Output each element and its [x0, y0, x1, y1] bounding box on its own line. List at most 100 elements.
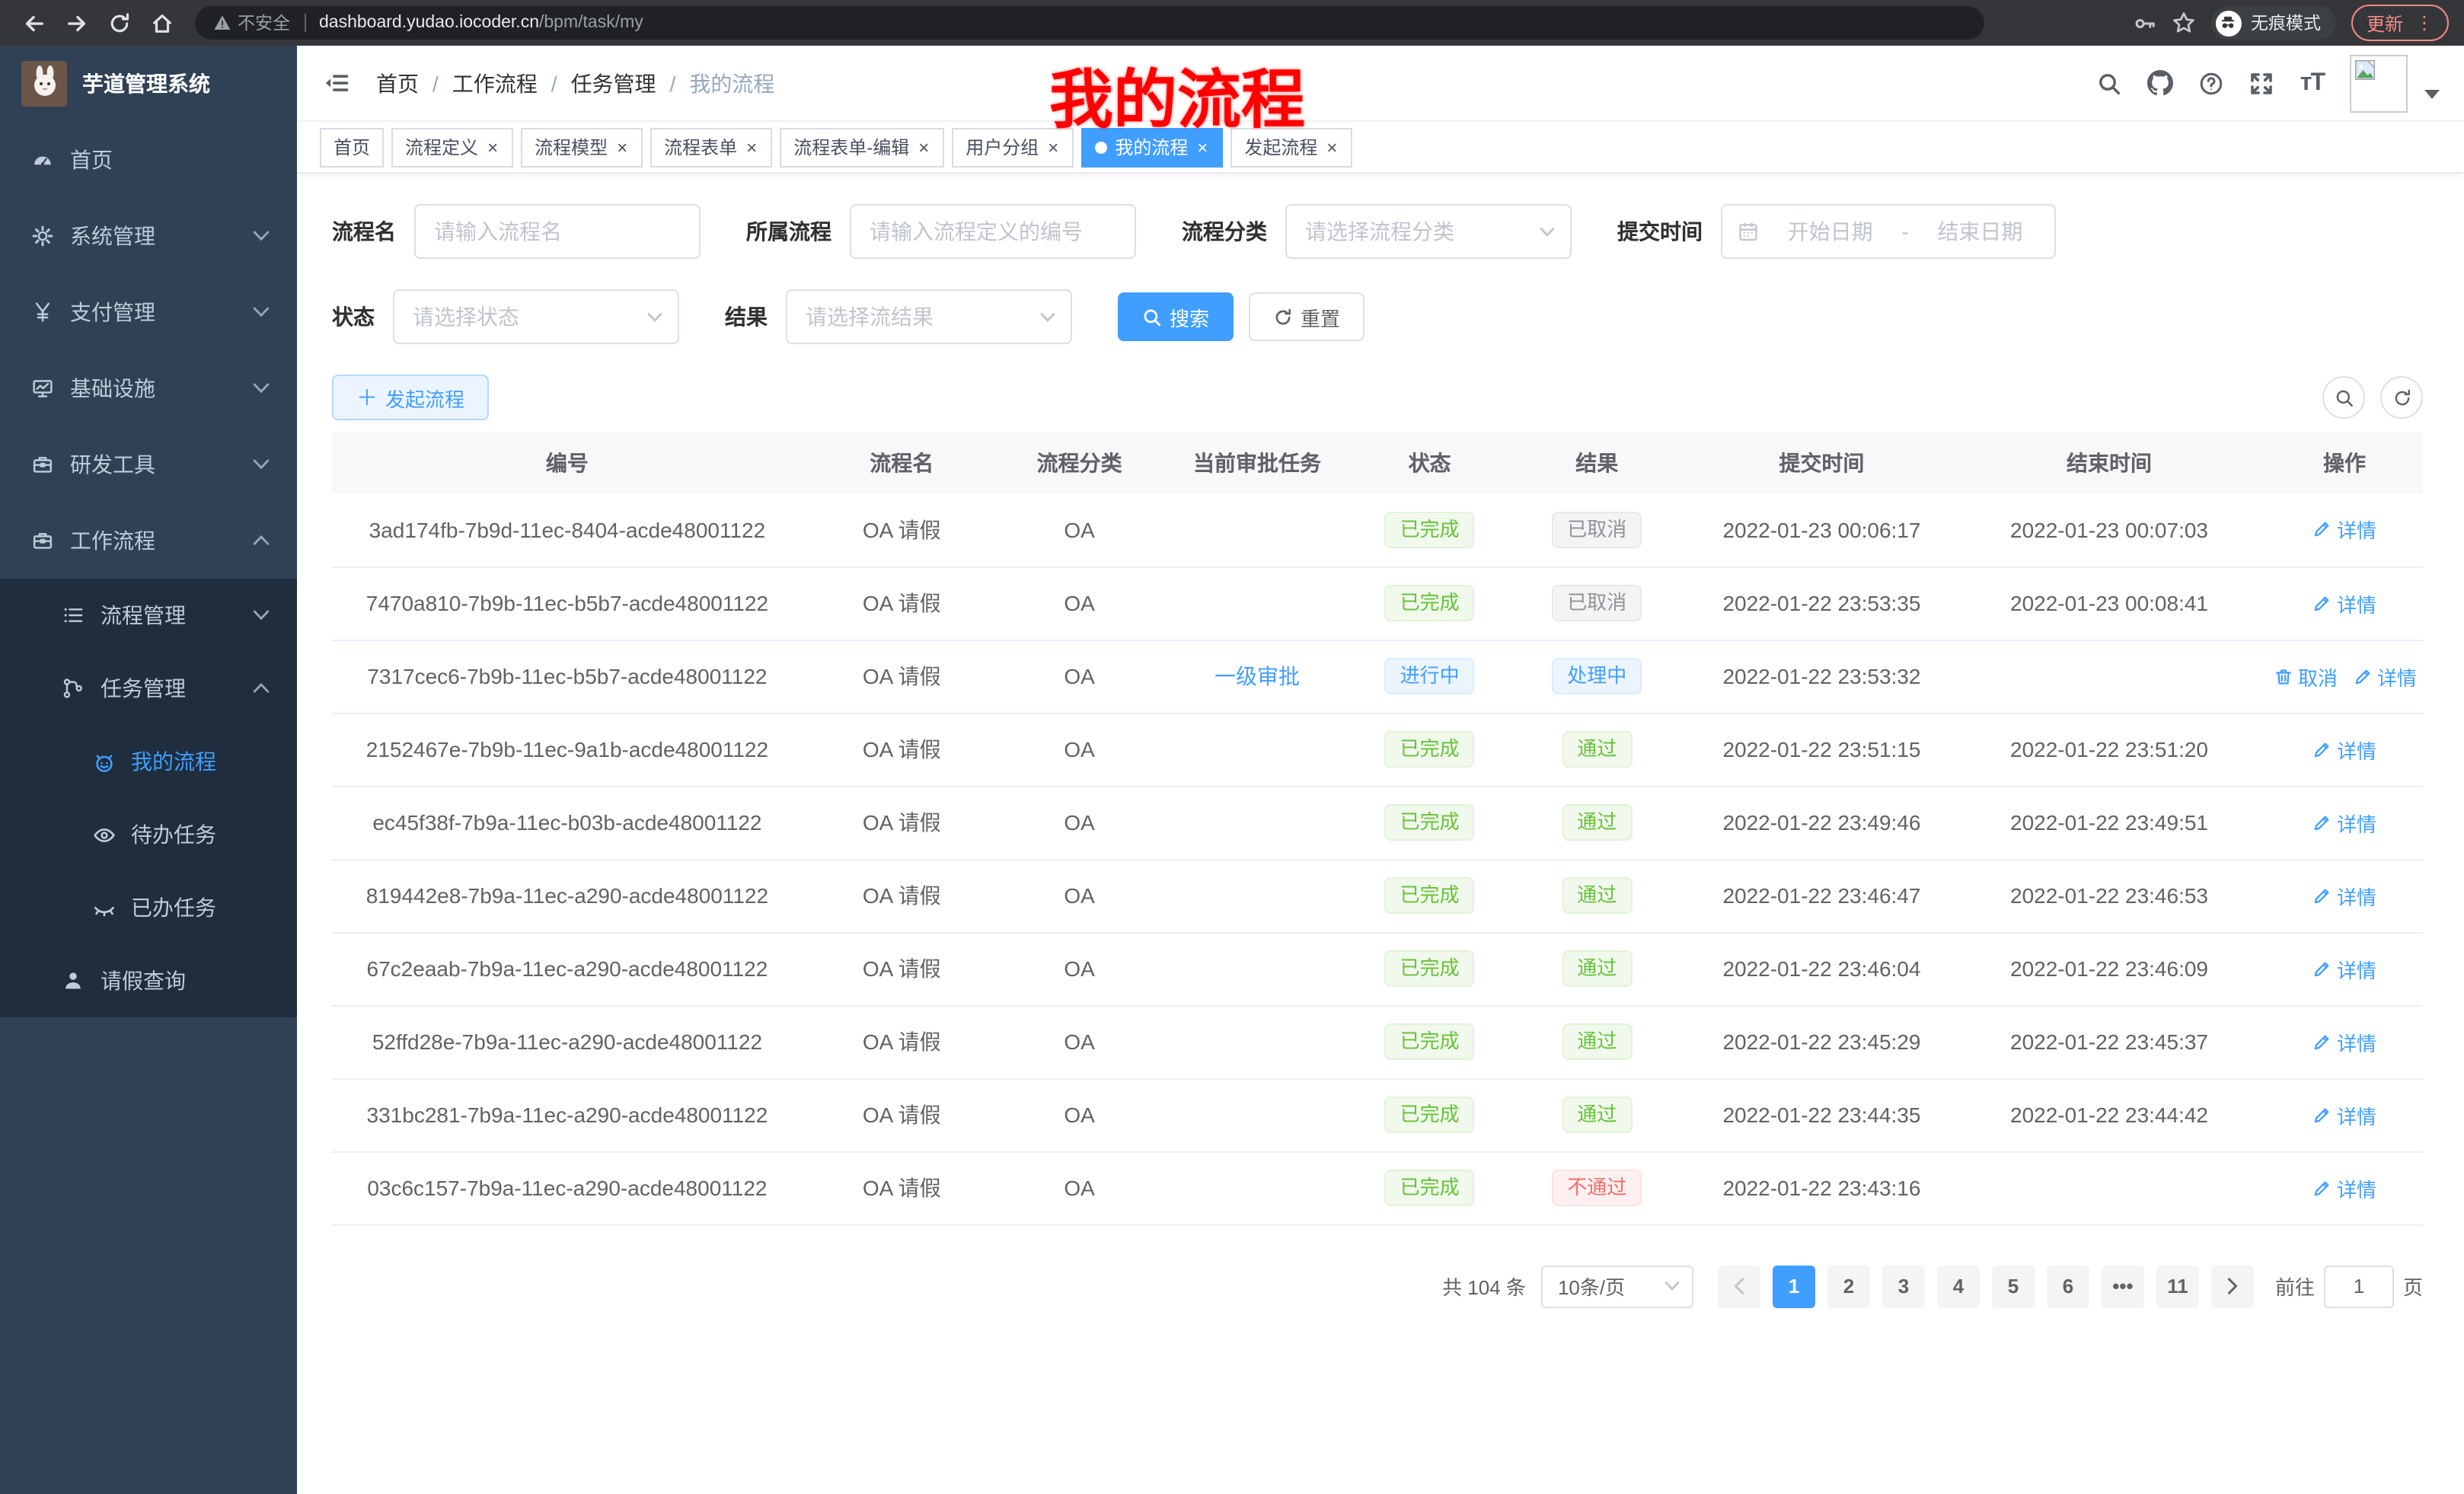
close-icon[interactable]: × [1046, 136, 1060, 158]
page-button-4[interactable]: 4 [1937, 1265, 1980, 1307]
cell-submit-time: 2022-01-22 23:43:16 [1691, 1151, 1952, 1224]
url-divider [304, 14, 305, 32]
app-logo[interactable]: 芋道管理系统 [0, 46, 297, 122]
close-icon[interactable]: × [486, 136, 500, 158]
cell-category: OA [1001, 567, 1158, 640]
more-pages-button[interactable]: ••• [2102, 1265, 2144, 1307]
close-icon[interactable]: × [1195, 136, 1209, 158]
cell-end-time: 2022-01-23 00:08:41 [1952, 567, 2266, 640]
browser-update-button[interactable]: 更新 ⋮ [2351, 5, 2449, 41]
toggle-search-button[interactable] [2322, 376, 2365, 419]
sidebar-item-待办任务[interactable]: 待办任务 [0, 798, 297, 871]
not-secure-warning[interactable]: 不安全 [213, 11, 290, 35]
page-button-5[interactable]: 5 [1992, 1265, 2035, 1307]
tab-流程表单-编辑[interactable]: 流程表单-编辑× [780, 127, 944, 167]
sidebar-toggle-icon[interactable] [315, 62, 358, 104]
column-header-流程名: 流程名 [803, 433, 1001, 493]
detail-link[interactable]: 详情 [2312, 954, 2376, 983]
tab-流程定义[interactable]: 流程定义× [391, 127, 513, 167]
table-row: 03c6c157-7b9a-11ec-a290-acde48001122OA 请… [332, 1151, 2423, 1224]
sidebar-item-首页[interactable]: 首页 [0, 122, 297, 198]
back-icon[interactable] [15, 5, 52, 41]
close-icon[interactable]: × [1325, 136, 1339, 158]
close-icon[interactable]: × [917, 136, 930, 158]
logo-image [21, 61, 67, 107]
reload-icon[interactable] [101, 5, 137, 41]
task-link[interactable]: 一级审批 [1214, 664, 1300, 688]
detail-link[interactable]: 详情 [2312, 1027, 2376, 1056]
avatar-caret-icon[interactable] [2424, 89, 2440, 98]
close-icon[interactable]: × [745, 136, 758, 158]
detail-link[interactable]: 详情 [2312, 516, 2376, 544]
bookmark-star-icon[interactable] [2172, 11, 2196, 35]
column-header-结束时间: 结束时间 [1952, 433, 2266, 493]
cancel-link[interactable]: 取消 [2274, 662, 2338, 691]
sidebar-item-流程管理[interactable]: 流程管理 [0, 579, 297, 652]
process-definition-input[interactable] [850, 204, 1136, 259]
tab-我的流程[interactable]: 我的流程× [1081, 127, 1223, 167]
detail-link[interactable]: 详情 [2312, 735, 2376, 764]
detail-link[interactable]: 详情 [2312, 1173, 2376, 1202]
category-select[interactable]: 请选择流程分类 [1285, 204, 1572, 259]
sidebar-item-我的流程[interactable]: 我的流程 [0, 725, 297, 798]
cell-actions: 详情 [2266, 1005, 2423, 1078]
page-size-select[interactable]: 10条/页 [1541, 1265, 1693, 1307]
tab-发起流程[interactable]: 发起流程× [1230, 127, 1352, 167]
page-button-1[interactable]: 1 [1773, 1265, 1815, 1307]
sidebar-item-系统管理[interactable]: 系统管理 [0, 198, 297, 274]
cell-result: 通过 [1503, 1005, 1691, 1078]
breadcrumb-item[interactable]: 首页 [376, 68, 419, 98]
filter-category-label: 流程分类 [1182, 216, 1267, 247]
refresh-table-button[interactable] [2380, 376, 2423, 419]
page-button-2[interactable]: 2 [1827, 1265, 1870, 1307]
detail-link[interactable]: 详情 [2312, 808, 2376, 837]
goto-page-input[interactable] [2324, 1265, 2394, 1307]
sidebar-item-工作流程[interactable]: 工作流程 [0, 503, 297, 579]
sidebar-item-请假查询[interactable]: 请假查询 [0, 944, 297, 1017]
submit-time-range-picker[interactable]: 开始日期 - 结束日期 [1721, 204, 2056, 259]
close-icon[interactable]: × [615, 136, 629, 158]
table-row: 52ffd28e-7b9a-11ec-a290-acde48001122OA 请… [332, 1005, 2423, 1078]
sidebar-item-研发工具[interactable]: 研发工具 [0, 426, 297, 503]
search-button[interactable]: 搜索 [1118, 292, 1234, 341]
detail-link[interactable]: 详情 [2353, 662, 2417, 691]
sidebar-item-任务管理[interactable]: 任务管理 [0, 652, 297, 725]
breadcrumb-item[interactable]: 任务管理 [571, 68, 656, 98]
avatar[interactable] [2350, 54, 2408, 112]
tab-用户分组[interactable]: 用户分组× [952, 127, 1074, 167]
create-process-button[interactable]: ＋ 发起流程 [332, 375, 489, 420]
home-icon[interactable] [143, 5, 180, 41]
help-icon[interactable] [2200, 71, 2224, 95]
font-size-icon[interactable]: тТ [2300, 69, 2324, 97]
page-button-11[interactable]: 11 [2156, 1265, 2199, 1307]
page-button-3[interactable]: 3 [1882, 1265, 1925, 1307]
sidebar-item-基础设施[interactable]: 基础设施 [0, 350, 297, 426]
next-page-button[interactable] [2211, 1265, 2254, 1307]
detail-link[interactable]: 详情 [2312, 1100, 2376, 1129]
address-bar[interactable]: 不安全 dashboard.yudao.iocoder.cn/bpm/task/… [195, 6, 1984, 40]
result-badge: 通过 [1562, 1023, 1632, 1060]
password-key-icon[interactable] [2134, 11, 2156, 34]
detail-link[interactable]: 详情 [2312, 881, 2376, 910]
sidebar-item-支付管理[interactable]: 支付管理 [0, 274, 297, 350]
tab-流程模型[interactable]: 流程模型× [521, 127, 643, 167]
status-select[interactable]: 请选择状态 [393, 289, 679, 344]
browser-menu-icon[interactable]: ⋮ [2415, 12, 2434, 34]
sidebar-item-已办任务[interactable]: 已办任务 [0, 871, 297, 944]
detail-link[interactable]: 详情 [2312, 589, 2376, 618]
forward-icon[interactable] [58, 5, 94, 41]
fullscreen-icon[interactable] [2250, 71, 2274, 95]
sidebar-item-label: 系统管理 [70, 221, 155, 251]
tab-流程表单[interactable]: 流程表单× [650, 127, 772, 167]
reset-button[interactable]: 重置 [1249, 292, 1364, 341]
github-icon[interactable] [2148, 70, 2174, 96]
breadcrumb-item[interactable]: 工作流程 [452, 68, 538, 98]
header-search-icon[interactable] [2098, 71, 2122, 95]
tab-首页[interactable]: 首页 [320, 127, 384, 167]
result-select[interactable]: 请选择流结果 [786, 289, 1072, 344]
page-button-6[interactable]: 6 [2047, 1265, 2089, 1307]
column-header-结果: 结果 [1503, 433, 1691, 493]
process-name-input[interactable] [414, 204, 701, 259]
prev-page-button[interactable] [1718, 1265, 1760, 1307]
cell-current-task [1158, 493, 1357, 567]
